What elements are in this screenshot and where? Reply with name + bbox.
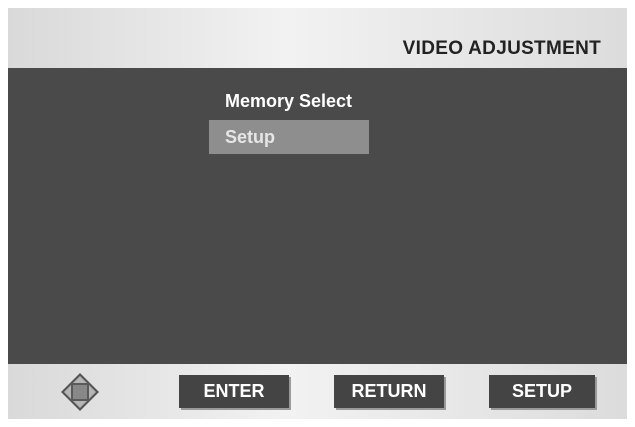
menu-item-memory-select[interactable]: Memory Select [209, 84, 369, 118]
menu-item-label: Setup [225, 127, 276, 147]
dpad-icon [60, 372, 100, 412]
header-bar: VIDEO ADJUSTMENT [8, 8, 627, 68]
menu-item-label: Memory Select [225, 91, 353, 111]
menu-item-setup[interactable]: Setup [209, 120, 369, 154]
page-title: VIDEO ADJUSTMENT [402, 38, 601, 59]
setup-button[interactable]: SETUP [489, 375, 595, 408]
osd-screen: VIDEO ADJUSTMENT Memory Select Setup ENT… [8, 8, 627, 419]
enter-button[interactable]: ENTER [179, 375, 289, 408]
return-button[interactable]: RETURN [334, 375, 444, 408]
footer-bar: ENTER RETURN SETUP [8, 364, 627, 419]
